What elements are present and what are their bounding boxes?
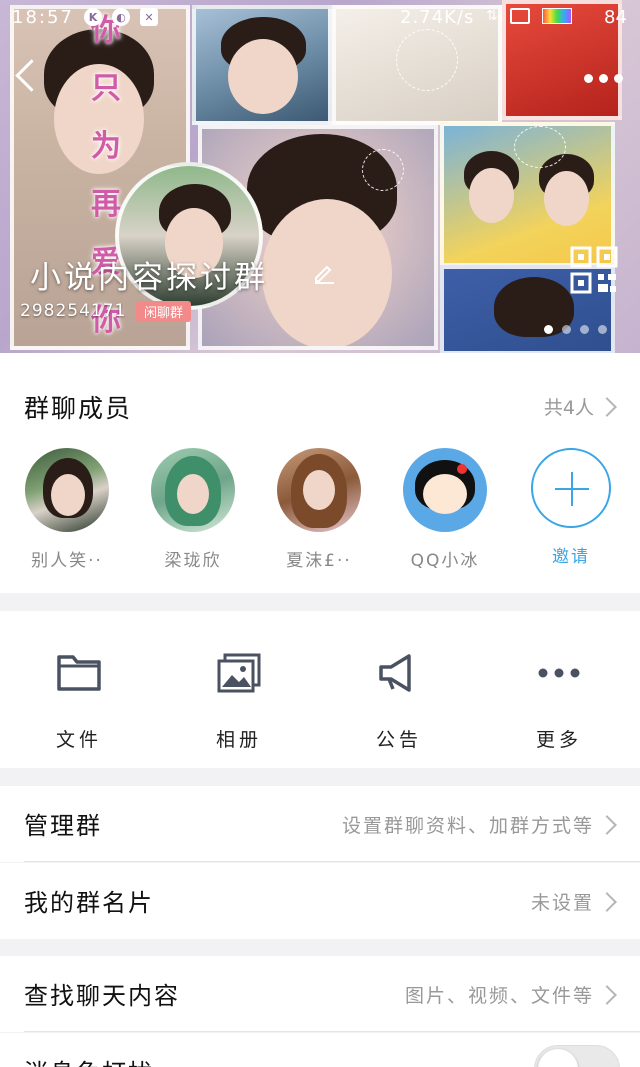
megaphone-icon (379, 654, 411, 692)
my-group-card-value: 未设置 (530, 892, 594, 914)
qr-code-icon[interactable] (570, 246, 618, 294)
status-bar: 18:57 K ◐ ✕ 2.74K/s ⇅ 84 (0, 0, 640, 36)
member-name: 夏沫£·· (286, 551, 352, 571)
members-count: 共4人 (543, 397, 594, 419)
album-icon (217, 653, 261, 693)
edit-icon[interactable] (312, 260, 336, 284)
manage-group-row[interactable]: 管理群 设置群聊资料、加群方式等 (0, 786, 640, 862)
members-section: 群聊成员 共4人 别人笑·· 梁珑欣 夏沫£·· QQ小冰 邀请 (0, 353, 640, 593)
battery-level: 84 (604, 7, 627, 28)
my-group-card-row[interactable]: 我的群名片 未设置 (0, 863, 640, 939)
banner-vertical-text: 你 只 为 再 爱 你 (91, 13, 121, 338)
search-chat-title: 查找聊天内容 (24, 982, 180, 1010)
manage-group-hint: 设置群聊资料、加群方式等 (341, 815, 594, 837)
page-dot-active (544, 325, 553, 334)
back-button[interactable] (10, 58, 44, 98)
group-name[interactable]: 小说内容探讨群 (30, 252, 268, 297)
sim-icon (509, 8, 530, 24)
plus-icon (531, 448, 611, 528)
chevron-right-icon (597, 814, 617, 835)
status-time: 18:57 (12, 7, 74, 28)
page-dot (598, 325, 607, 334)
member-name: QQ小冰 (410, 551, 480, 571)
member-item[interactable]: 夏沫£·· (264, 448, 374, 571)
chevron-right-icon (597, 984, 617, 1005)
group-id: 298254171 (20, 301, 127, 321)
member-item[interactable]: QQ小冰 (390, 448, 500, 571)
search-chat-row[interactable]: 查找聊天内容 图片、视频、文件等 (0, 956, 640, 1032)
more-options-button[interactable] (584, 68, 628, 88)
signal-icon: ⇅ (486, 8, 498, 24)
do-not-disturb-row: 消息免打扰 (0, 1033, 640, 1067)
member-avatar (25, 448, 109, 532)
more-label: 更多 (535, 729, 582, 751)
page-dot (580, 325, 589, 334)
announcement-label: 公告 (375, 729, 422, 751)
members-title: 群聊成员 (24, 394, 133, 423)
member-name: 别人笑·· (31, 551, 103, 571)
member-avatar (277, 448, 361, 532)
network-speed: 2.74K/s (400, 7, 475, 28)
manage-group-title: 管理群 (24, 812, 102, 840)
album-label: 相册 (215, 729, 262, 751)
do-not-disturb-toggle[interactable] (534, 1045, 620, 1067)
chevron-right-icon (597, 396, 617, 417)
invite-button[interactable]: 邀请 (516, 448, 626, 567)
announcement-button[interactable]: 公告 (344, 651, 454, 752)
folder-icon (57, 655, 101, 691)
search-chat-hint: 图片、视频、文件等 (404, 985, 594, 1007)
member-item[interactable]: 梁珑欣 (138, 448, 248, 571)
app-k-icon: K (84, 8, 102, 26)
album-button[interactable]: 相册 (184, 651, 294, 752)
battery-icon (541, 8, 572, 24)
banner-page-indicator (544, 325, 607, 334)
group-tag-badge: 闲聊群 (136, 301, 192, 322)
files-label: 文件 (55, 729, 102, 751)
member-avatar (403, 448, 487, 532)
do-not-disturb-title: 消息免打扰 (24, 1053, 154, 1067)
members-count-link[interactable]: 共4人 (544, 393, 620, 420)
page-dot (562, 325, 571, 334)
my-group-card-title: 我的群名片 (24, 889, 154, 917)
files-button[interactable]: 文件 (24, 651, 134, 752)
member-item[interactable]: 别人笑·· (12, 448, 122, 571)
more-button[interactable]: 更多 (504, 651, 614, 752)
member-name: 梁珑欣 (164, 551, 222, 571)
app-circle-icon: ◐ (112, 8, 130, 26)
quick-actions: 文件 相册 公告 更多 (0, 611, 640, 768)
screenshot-icon: ✕ (140, 8, 158, 26)
member-avatar (151, 448, 235, 532)
chevron-right-icon (597, 891, 617, 912)
invite-label: 邀请 (552, 547, 590, 567)
more-icon (538, 668, 580, 678)
